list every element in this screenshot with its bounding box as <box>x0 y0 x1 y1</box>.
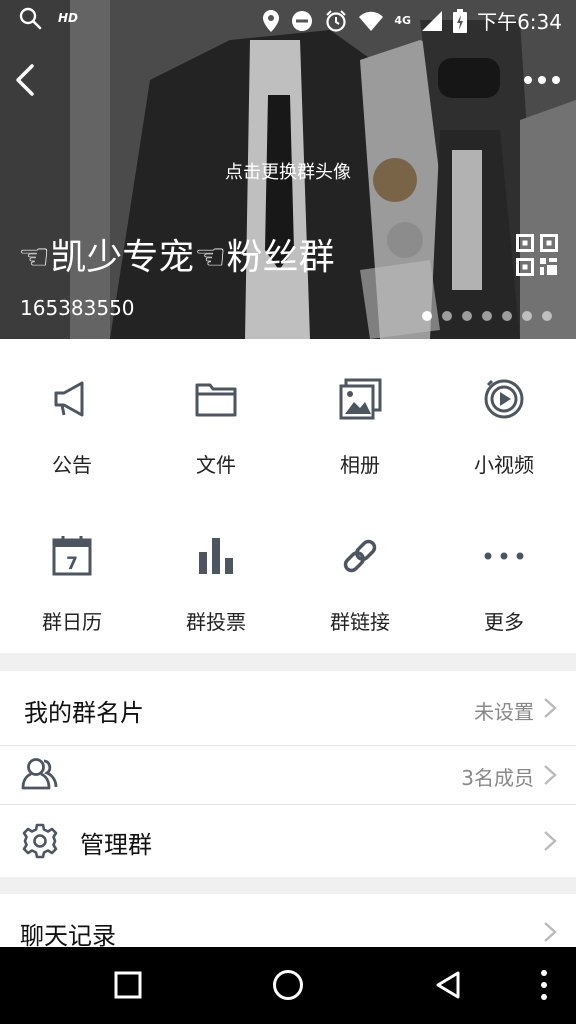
chevron-right-icon <box>544 831 557 851</box>
wifi-icon <box>359 11 384 31</box>
group-card-label: 我的群名片 <box>24 699 144 727</box>
manage-group-label: 管理群 <box>80 831 152 859</box>
short-video-label: 小视频 <box>474 453 534 477</box>
chat-history-section: 聊天记录 <box>0 894 576 950</box>
recent-apps-button[interactable] <box>114 971 142 999</box>
chat-history-label: 聊天记录 <box>20 922 116 950</box>
folder-icon <box>195 383 237 417</box>
group-members-row[interactable]: 3名成员 <box>0 746 576 804</box>
calendar-day-number: 7 <box>66 554 78 574</box>
files-label: 文件 <box>196 453 236 477</box>
more-icon <box>484 552 524 560</box>
system-navigation-bar <box>0 947 576 1024</box>
group-calendar-label: 群日历 <box>42 610 102 634</box>
more-functions-entry[interactable]: 更多 <box>432 496 576 653</box>
page-indicator-dot <box>482 311 492 321</box>
home-button[interactable] <box>272 969 304 1001</box>
members-icon <box>21 758 58 790</box>
menu-overflow-button[interactable] <box>536 969 552 1001</box>
chevron-right-icon <box>544 922 557 942</box>
manage-group-row[interactable]: 管理群 <box>0 805 576 877</box>
qr-code-button[interactable] <box>516 234 558 276</box>
group-name: ☜凯少专宠☜粉丝群 <box>18 237 335 278</box>
short-video-entry[interactable]: 小视频 <box>432 339 576 496</box>
status-time: 下午6:34 <box>477 10 562 34</box>
do-not-disturb-icon <box>292 10 313 31</box>
group-link-label: 群链接 <box>330 610 390 634</box>
album-entry[interactable]: 相册 <box>288 339 432 496</box>
group-info-screen: HD 4G 下午6:34 点击更换群头像 ☜凯少专宠☜粉丝群 165383550… <box>0 0 576 1024</box>
page-indicator-dot <box>542 311 552 321</box>
back-nav-button[interactable] <box>434 971 462 999</box>
more-functions-label: 更多 <box>484 610 524 634</box>
group-vote-label: 群投票 <box>186 610 246 634</box>
announcement-entry[interactable]: 公告 <box>0 339 144 496</box>
group-settings-list: 我的群名片 未设置 3名成员 管理群 <box>0 671 576 877</box>
chat-history-row[interactable]: 聊天记录 <box>0 894 576 950</box>
group-card-row[interactable]: 我的群名片 未设置 <box>0 671 576 745</box>
link-icon <box>343 539 377 573</box>
signal-icon <box>422 10 443 31</box>
page-indicator-dot <box>422 311 432 321</box>
album-label: 相册 <box>340 453 380 477</box>
files-entry[interactable]: 文件 <box>144 339 288 496</box>
change-avatar-hint[interactable]: 点击更换群头像 <box>0 158 576 184</box>
hd-label: HD <box>58 11 79 25</box>
chevron-right-icon <box>544 765 557 785</box>
group-calendar-entry[interactable]: 7 群日历 <box>0 496 144 653</box>
page-indicator-dot <box>502 311 512 321</box>
group-card-value: 未设置 <box>474 700 534 724</box>
group-link-entry[interactable]: 群链接 <box>288 496 432 653</box>
calendar-icon: 7 <box>52 536 92 576</box>
album-icon <box>339 378 382 420</box>
members-count: 3名成员 <box>461 766 534 790</box>
group-function-grid: 公告 文件 相册 小视频 7 群日历 群投票 群链接 更多 <box>0 339 576 653</box>
photo-page-indicator <box>422 311 552 321</box>
location-icon <box>263 9 280 32</box>
page-indicator-dot <box>462 311 472 321</box>
chevron-right-icon <box>544 698 557 718</box>
back-button[interactable] <box>10 62 42 98</box>
network-type-label: 4G <box>394 14 412 27</box>
announcement-icon <box>54 381 84 417</box>
search-icon <box>19 7 42 30</box>
vote-icon <box>199 538 233 574</box>
battery-charging-icon <box>453 8 468 33</box>
status-bar: HD 4G 下午6:34 <box>0 0 576 38</box>
gear-icon <box>22 823 58 859</box>
group-header[interactable]: HD 4G 下午6:34 点击更换群头像 ☜凯少专宠☜粉丝群 165383550 <box>0 0 576 339</box>
group-id: 165383550 <box>20 296 135 320</box>
page-indicator-dot <box>442 311 452 321</box>
group-vote-entry[interactable]: 群投票 <box>144 496 288 653</box>
page-indicator-dot <box>522 311 532 321</box>
more-options-button[interactable] <box>522 66 562 94</box>
alarm-icon <box>326 9 347 32</box>
video-icon <box>484 379 524 419</box>
announcement-label: 公告 <box>52 453 92 477</box>
